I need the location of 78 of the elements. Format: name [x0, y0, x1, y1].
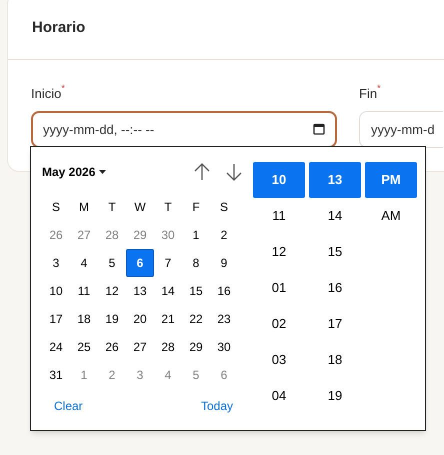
day-cell[interactable]: 18	[70, 305, 98, 333]
day-cell[interactable]: 4	[154, 361, 182, 389]
required-asterisk: *	[377, 84, 381, 93]
month-dropdown[interactable]: May 2026	[42, 163, 106, 181]
day-cell[interactable]: 2	[98, 361, 126, 389]
day-cell[interactable]: 27	[70, 221, 98, 249]
day-cell[interactable]: 30	[154, 221, 182, 249]
day-cell[interactable]: 23	[210, 305, 238, 333]
day-cell[interactable]: 6	[210, 361, 238, 389]
day-cell[interactable]: 21	[154, 305, 182, 333]
day-cell[interactable]: 3	[126, 361, 154, 389]
field-label: Fin	[359, 86, 378, 102]
calendar-icon[interactable]	[313, 123, 325, 135]
weekday-label: M	[78, 199, 90, 216]
day-cell[interactable]: 22	[182, 305, 210, 333]
time-option[interactable]: 16	[309, 270, 361, 306]
day-cell[interactable]: 5	[98, 249, 126, 277]
day-cell[interactable]: 6	[126, 249, 154, 277]
time-option[interactable]: PM	[365, 162, 417, 198]
weekday-label: S	[218, 199, 229, 216]
day-cell[interactable]: 27	[126, 333, 154, 361]
time-option[interactable]: 11	[253, 198, 305, 234]
day-cell[interactable]: 28	[154, 333, 182, 361]
time-option[interactable]: 10	[253, 162, 305, 198]
day-cell[interactable]: 13	[126, 277, 154, 305]
weekday-label: T	[107, 199, 117, 216]
day-cell[interactable]: 29	[182, 333, 210, 361]
required-asterisk: *	[61, 84, 65, 93]
time-option[interactable]: 17	[309, 306, 361, 342]
day-cell[interactable]: 7	[154, 249, 182, 277]
up-arrow-icon[interactable]	[194, 163, 210, 181]
day-cell[interactable]: 30	[210, 333, 238, 361]
day-cell[interactable]: 16	[210, 277, 238, 305]
day-cell[interactable]: 17	[42, 305, 70, 333]
day-cell[interactable]: 8	[182, 249, 210, 277]
field-label: Inicio	[31, 85, 62, 102]
caret-icon	[99, 170, 106, 174]
day-cell[interactable]: 14	[154, 277, 182, 305]
time-option[interactable]: 18	[309, 342, 361, 378]
day-cell[interactable]: 10	[42, 277, 70, 305]
day-cell[interactable]: 2	[210, 221, 238, 249]
day-cell[interactable]: 11	[70, 277, 98, 305]
day-cell[interactable]: 20	[126, 305, 154, 333]
day-cell[interactable]: 12	[98, 277, 126, 305]
day-cell[interactable]: 29	[126, 221, 154, 249]
day-cell[interactable]: 26	[98, 333, 126, 361]
weekday-label: W	[133, 199, 147, 216]
time-option[interactable]: 13	[309, 162, 361, 198]
day-cell[interactable]: 26	[42, 221, 70, 249]
day-cell[interactable]: 1	[70, 361, 98, 389]
day-cell[interactable]: 31	[42, 361, 70, 389]
day-cell[interactable]: 25	[70, 333, 98, 361]
weekday-label: T	[163, 199, 173, 216]
day-cell[interactable]: 3	[42, 249, 70, 277]
today-button[interactable]: Today	[200, 397, 233, 415]
day-cell[interactable]: 4	[70, 249, 98, 277]
card-title: Horario	[32, 18, 86, 38]
time-option[interactable]: AM	[365, 198, 417, 234]
weekday-label: S	[50, 199, 61, 216]
time-option[interactable]: 14	[309, 198, 361, 234]
time-option[interactable]: 19	[309, 378, 361, 414]
down-arrow-icon[interactable]	[226, 163, 242, 181]
date-time-field[interactable]: yyyy-mm-dd, --:-- --	[31, 111, 337, 148]
time-option[interactable]: 02	[253, 306, 305, 342]
time-option[interactable]: 03	[253, 342, 305, 378]
day-cell[interactable]: 28	[98, 221, 126, 249]
day-cell[interactable]: 15	[182, 277, 210, 305]
weekday-label: F	[191, 199, 201, 216]
day-cell[interactable]: 19	[98, 305, 126, 333]
clear-button[interactable]: Clear	[54, 397, 83, 415]
time-option[interactable]: 01	[253, 270, 305, 306]
time-option[interactable]: 15	[309, 234, 361, 270]
day-cell[interactable]: 24	[42, 333, 70, 361]
day-cell[interactable]: 1	[182, 221, 210, 249]
time-option[interactable]: 12	[253, 234, 305, 270]
time-option[interactable]: 04	[253, 378, 305, 414]
day-cell[interactable]: 9	[210, 249, 238, 277]
day-cell[interactable]: 5	[182, 361, 210, 389]
